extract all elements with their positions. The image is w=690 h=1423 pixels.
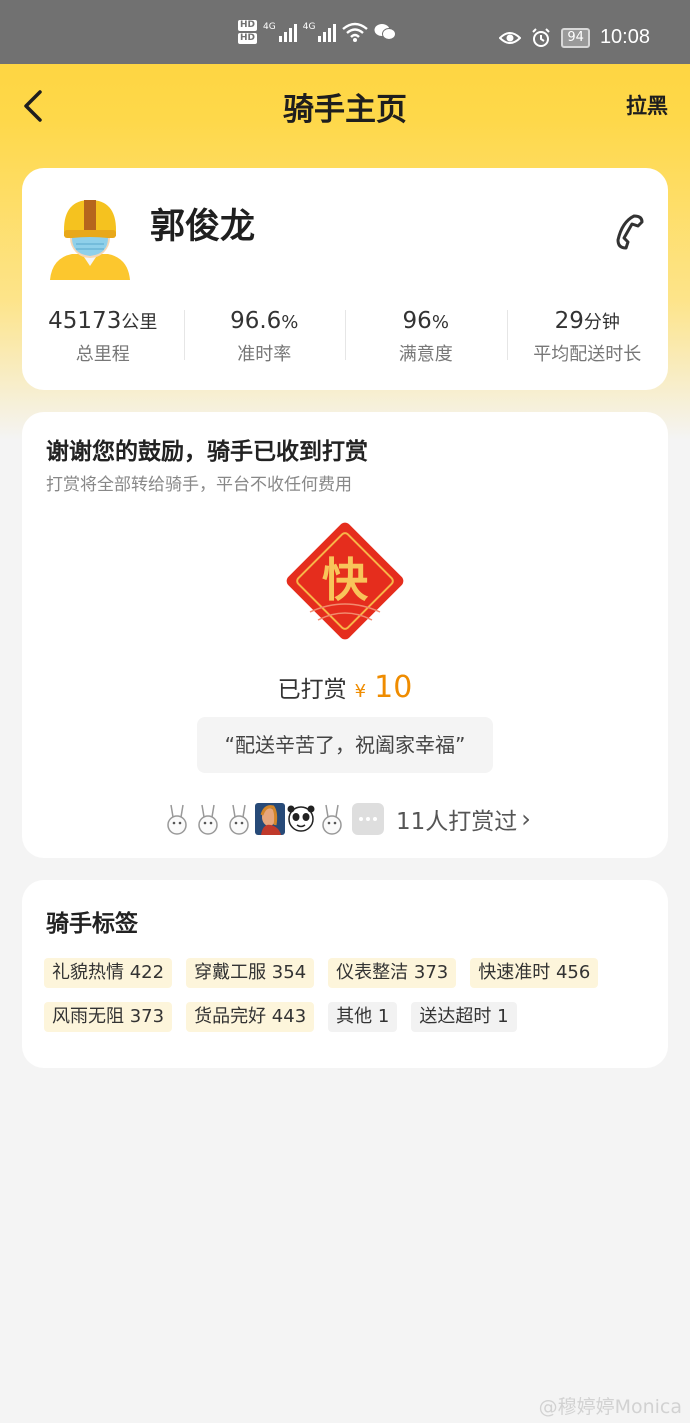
tipped-amount: 已打赏 ¥10	[22, 670, 668, 705]
network-type-1: 4G	[263, 22, 276, 32]
tag-chip: 礼貌热情 422	[44, 958, 173, 988]
stat-on-time-rate: 96.6% 准时率	[183, 308, 346, 366]
hd-badge-1: HD	[238, 20, 258, 31]
hd-indicators: HD HD	[238, 20, 258, 44]
stat-mileage: 45173公里 总里程	[22, 308, 184, 366]
battery-indicator: 94	[561, 27, 590, 48]
chevron-right-icon: ›	[521, 805, 531, 833]
stat-label: 准时率	[237, 344, 292, 365]
stat-unit: %	[281, 312, 299, 333]
givers-count: 11人打赏过	[396, 809, 518, 835]
tip-amount: 10	[374, 670, 413, 705]
stat-label: 满意度	[398, 344, 453, 365]
giver-avatar-photo-icon	[255, 803, 285, 835]
giver-avatar-rabbit-icon	[198, 804, 218, 835]
wifi-icon	[342, 22, 369, 42]
watermark: @穆婷婷Monica	[538, 1396, 682, 1418]
tip-message: “配送辛苦了，祝阖家幸福”	[197, 717, 493, 773]
tip-heading: 谢谢您的鼓励，骑手已收到打赏	[46, 439, 368, 465]
giver-avatar-panda-icon	[287, 805, 315, 832]
giver-avatar-rabbit-icon	[322, 804, 342, 835]
status-right-group: 94 10:08	[499, 26, 650, 49]
currency-symbol: ¥	[354, 681, 367, 702]
wechat-icon	[374, 24, 397, 40]
tip-badge-icon: 快	[286, 522, 404, 640]
clock: 10:08	[599, 26, 650, 48]
tag-chip: 风雨无阻 373	[44, 1002, 173, 1032]
block-button[interactable]: 拉黑	[626, 90, 668, 120]
rider-name: 郭俊龙	[150, 207, 256, 247]
stat-value: 45173	[48, 308, 122, 334]
stat-unit: %	[431, 312, 449, 333]
stat-label: 总里程	[75, 344, 130, 365]
stat-unit: 公里	[121, 312, 158, 333]
status-bar: HD HD 4G 4G 94 10:08	[0, 0, 690, 64]
stat-value: 29	[554, 308, 584, 334]
tipped-label: 已打赏	[277, 677, 347, 703]
tag-chip: 送达超时 1	[411, 1002, 517, 1032]
tip-card: 谢谢您的鼓励，骑手已收到打赏 打赏将全部转给骑手，平台不收任何费用 快 已打赏 ¥…	[22, 412, 668, 858]
stat-unit: 分钟	[583, 312, 620, 333]
nav-bar: 骑手主页 拉黑	[0, 64, 690, 144]
network-type-2: 4G	[302, 22, 316, 32]
tag-chip: 其他 1	[328, 1002, 398, 1032]
tag-chip: 快速准时 456	[470, 958, 599, 988]
stat-label: 平均配送时长	[533, 344, 642, 365]
stat-value: 96	[402, 308, 432, 334]
tip-subheading: 打赏将全部转给骑手，平台不收任何费用	[46, 475, 352, 495]
tag-row: 礼貌热情 422 穿戴工服 354 仪表整洁 373 快速准时 456	[44, 958, 654, 988]
signal-group: HD HD 4G 4G	[238, 20, 397, 44]
rider-tags-card: 骑手标签 礼貌热情 422 穿戴工服 354 仪表整洁 373 快速准时 456…	[22, 880, 668, 1068]
tag-chip: 仪表整洁 373	[328, 958, 457, 988]
tag-list: 礼貌热情 422 穿戴工服 354 仪表整洁 373 快速准时 456 风雨无阻…	[44, 958, 654, 1046]
eye-icon	[499, 31, 522, 44]
stat-value: 96.6	[230, 308, 282, 334]
signal-1-icon: 4G	[263, 22, 297, 42]
giver-avatar-rabbit-icon	[167, 804, 187, 835]
rider-avatar	[50, 200, 130, 280]
giver-avatar-rabbit-icon	[229, 804, 249, 835]
tags-heading: 骑手标签	[46, 911, 138, 937]
rider-stats: 45173公里 总里程 96.6% 准时率 96% 满意度 29分钟 平均配送时…	[22, 308, 668, 366]
tip-badge-char: 快	[322, 553, 369, 607]
tip-givers-row[interactable]: 11人打赏过 ›	[162, 802, 531, 836]
tag-chip: 穿戴工服 354	[186, 958, 315, 988]
page-title: 骑手主页	[283, 92, 407, 128]
more-givers-icon	[352, 803, 384, 835]
tag-chip: 货品完好 443	[186, 1002, 315, 1032]
phone-icon[interactable]	[612, 212, 646, 252]
alarm-icon	[532, 27, 551, 47]
rider-card: 郭俊龙 45173公里 总里程 96.6% 准时率 96% 满意度 29分钟 平…	[22, 168, 668, 390]
stat-avg-delivery-time: 29分钟 平均配送时长	[506, 308, 669, 366]
hd-badge-2: HD	[238, 33, 258, 44]
tag-row: 风雨无阻 373 货品完好 443 其他 1 送达超时 1	[44, 1002, 654, 1032]
signal-2-icon: 4G	[303, 22, 337, 42]
stat-satisfaction: 96% 满意度	[345, 308, 507, 366]
